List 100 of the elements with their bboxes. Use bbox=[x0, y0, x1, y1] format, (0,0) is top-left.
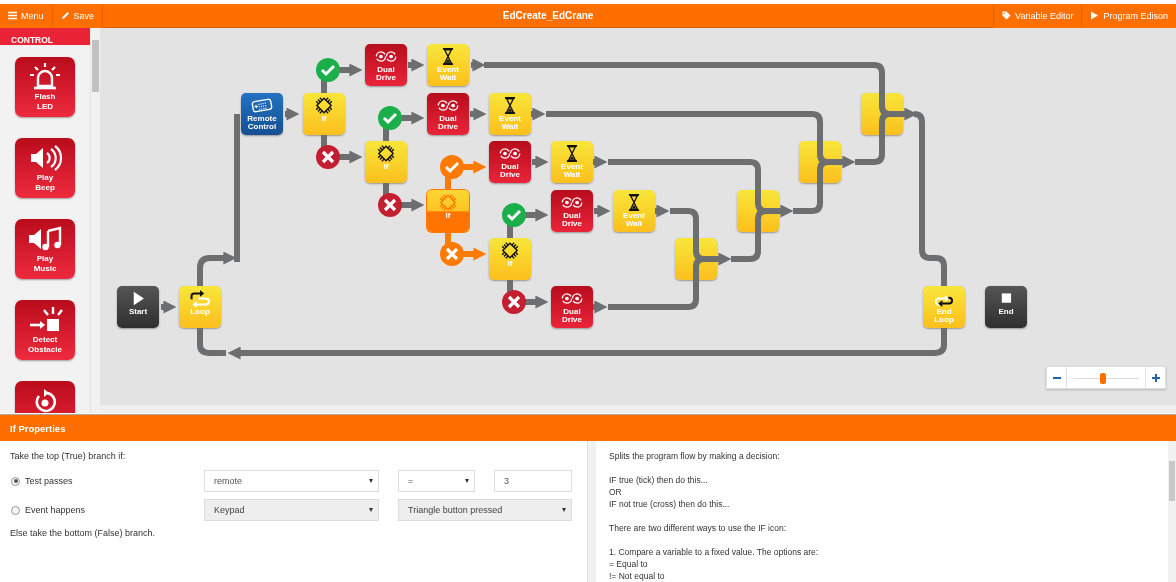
connector-arrow bbox=[161, 300, 177, 314]
connector-arrow bbox=[593, 300, 608, 314]
cross-icon[interactable] bbox=[502, 290, 526, 314]
block-label: If bbox=[445, 212, 451, 220]
slider-thumb[interactable] bbox=[1099, 373, 1106, 384]
connector-arrow bbox=[400, 111, 425, 125]
palette-block[interactable]: Flash LED bbox=[15, 57, 75, 117]
block-label: Event Wait bbox=[437, 66, 459, 82]
block-label: Remote Control bbox=[247, 115, 277, 131]
app-title: EdCreate_EdCrane bbox=[501, 10, 595, 21]
drive-block[interactable]: Dual Drive bbox=[365, 44, 407, 86]
radio-button[interactable] bbox=[11, 476, 20, 486]
connector-line bbox=[197, 328, 226, 356]
tick-icon[interactable] bbox=[378, 106, 402, 130]
tick-icon[interactable] bbox=[316, 58, 340, 82]
block-label: Dual Drive bbox=[562, 212, 582, 228]
light-icon bbox=[27, 62, 63, 92]
block-label: Flash LED bbox=[34, 92, 56, 112]
zoom-in-button[interactable] bbox=[1145, 367, 1165, 388]
toolbar-button[interactable]: Menu bbox=[0, 3, 53, 28]
block-label: Event Wait bbox=[561, 163, 583, 179]
connector-line bbox=[855, 111, 891, 165]
scrollbar[interactable] bbox=[100, 405, 1176, 413]
toolbar-button[interactable]: Variable Editor bbox=[993, 3, 1082, 28]
drive-block[interactable]: Dual Drive bbox=[489, 141, 531, 183]
chip-icon bbox=[313, 96, 335, 115]
block-label: Start bbox=[128, 308, 148, 316]
cross-icon[interactable] bbox=[440, 242, 464, 266]
palette-block[interactable]: Detect Obstacle bbox=[15, 300, 75, 360]
if-block[interactable]: If bbox=[427, 190, 469, 232]
dropdown[interactable]: = bbox=[398, 470, 475, 492]
block-label: End Loop bbox=[934, 308, 954, 324]
tag-icon bbox=[1002, 11, 1012, 20]
caret-icon bbox=[562, 508, 566, 512]
help-text: IF true (tick) then do this... bbox=[609, 474, 709, 486]
connector-arrow bbox=[338, 63, 363, 77]
instruction-text: Else take the bottom (False) branch. bbox=[10, 528, 157, 538]
help-text: 1. Compare a variable to a fixed value. The options are: bbox=[609, 546, 820, 558]
drive-block[interactable]: Dual Drive bbox=[551, 286, 593, 328]
block-label: Dual Drive bbox=[376, 66, 396, 82]
start-block[interactable]: Start bbox=[117, 286, 159, 328]
end-block[interactable]: End bbox=[985, 286, 1027, 328]
block-label: Dual Drive bbox=[438, 115, 458, 131]
palette-block[interactable]: Play Beep bbox=[15, 138, 75, 198]
remote-icon bbox=[251, 96, 273, 115]
cross-icon[interactable] bbox=[316, 145, 340, 169]
connector-arrow bbox=[338, 150, 363, 164]
block-label: Loop bbox=[190, 308, 210, 316]
category-header[interactable]: CONTROL bbox=[0, 28, 90, 45]
scrollbar[interactable] bbox=[90, 28, 100, 413]
connector-arrow bbox=[285, 107, 300, 121]
connector-line bbox=[731, 208, 767, 262]
drive-block[interactable]: Dual Drive bbox=[427, 93, 469, 135]
connector-arrow bbox=[462, 160, 487, 174]
remote-control-block[interactable]: Remote Control bbox=[241, 93, 283, 135]
option-label: Test passes bbox=[25, 476, 73, 486]
block-label: If bbox=[507, 260, 513, 268]
help-text: There are two different ways to use the IF icon: bbox=[609, 522, 787, 534]
plus-icon bbox=[1151, 373, 1160, 382]
tick-icon[interactable] bbox=[502, 203, 526, 227]
toolbar-button[interactable]: Program Edison bbox=[1081, 3, 1176, 28]
option-label: Event happens bbox=[25, 505, 86, 515]
block-label: Event Wait bbox=[623, 212, 645, 228]
block-label: Dual Drive bbox=[500, 163, 520, 179]
connector-arrow bbox=[197, 251, 237, 286]
loop-arrows-icon bbox=[189, 289, 211, 308]
scrollbar[interactable] bbox=[1168, 441, 1176, 582]
block-label: Play Beep bbox=[35, 173, 55, 193]
zoom-out-button[interactable] bbox=[1047, 367, 1067, 388]
block-label: Play Music bbox=[33, 254, 57, 274]
help-text: = Equal to bbox=[609, 558, 649, 570]
connector-arrow bbox=[400, 198, 425, 212]
connector-arrow bbox=[524, 295, 549, 309]
block-label: Detect Obstacle bbox=[28, 335, 62, 355]
caret-icon bbox=[465, 479, 469, 483]
connector-arrow bbox=[408, 58, 425, 72]
scrollbar[interactable] bbox=[588, 441, 596, 582]
block-label: If bbox=[383, 163, 389, 171]
connector-arrow bbox=[524, 208, 549, 222]
palette-block[interactable]: Play Music bbox=[15, 219, 75, 279]
chip-icon bbox=[499, 241, 521, 260]
block-label: End bbox=[998, 308, 1014, 316]
dropdown[interactable]: remote bbox=[204, 470, 379, 492]
input-field[interactable]: 3 bbox=[494, 470, 572, 492]
cross-icon[interactable] bbox=[378, 193, 402, 217]
play-icon bbox=[1090, 11, 1100, 20]
connector-line bbox=[793, 159, 829, 214]
panel-title: If Properties bbox=[0, 415, 1176, 441]
menu-icon bbox=[8, 11, 17, 20]
connector-arrow bbox=[462, 247, 487, 261]
caret-icon bbox=[369, 508, 373, 512]
toolbar-button[interactable]: Save bbox=[52, 3, 104, 28]
instruction-text: Take the top (True) branch if: bbox=[10, 451, 127, 461]
block-label: Dual Drive bbox=[562, 308, 582, 324]
drive-block[interactable]: Dual Drive bbox=[551, 190, 593, 232]
pencil-icon bbox=[60, 11, 70, 20]
radio-button[interactable] bbox=[11, 505, 20, 515]
chip-icon bbox=[437, 193, 459, 212]
caret-icon bbox=[369, 479, 373, 483]
tick-icon[interactable] bbox=[440, 155, 464, 179]
